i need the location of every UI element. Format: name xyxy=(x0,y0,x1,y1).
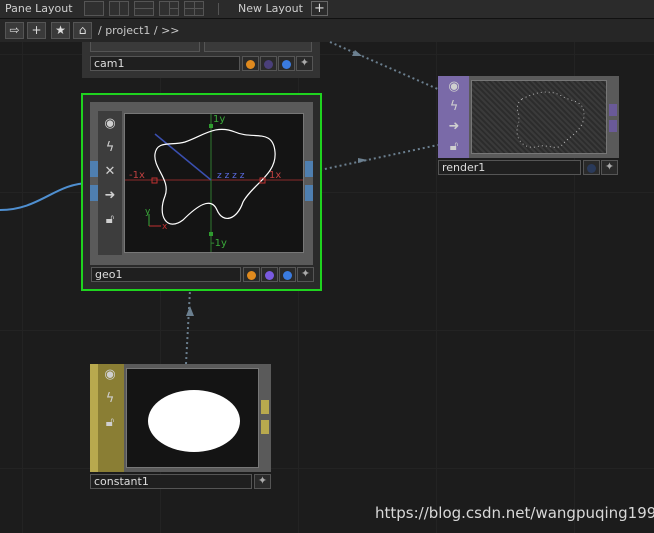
eye-icon[interactable]: ◉ xyxy=(101,115,119,133)
neg-x-label: -1x xyxy=(129,170,145,181)
wire-arrow-icon-3 xyxy=(186,306,194,316)
geo1-flag-viewer[interactable] xyxy=(279,267,296,282)
constant1-node[interactable]: ◉ ϟ 🔓︎ constant1 ✦ xyxy=(90,364,272,492)
input-wire[interactable] xyxy=(0,182,91,211)
geo1-node[interactable]: ◉ ϟ ✕ ➜ 🔓︎ -1x 1x 1y -1y z z z z y x geo… xyxy=(81,93,322,291)
cam1-flag-viewer[interactable] xyxy=(278,56,295,71)
render1-flag-viewer[interactable] xyxy=(583,160,600,175)
constant1-preview-svg xyxy=(148,390,240,452)
eye-icon[interactable]: ◉ xyxy=(101,366,119,384)
render1-output-connector[interactable] xyxy=(609,104,617,116)
constant-to-geo-wire[interactable] xyxy=(185,289,191,365)
geo1-name-field[interactable]: geo1 xyxy=(91,267,241,282)
cam1-plus-icon[interactable]: ✦ xyxy=(296,56,313,71)
pos-x-label: 1x xyxy=(269,170,281,181)
neg-y-label: -1y xyxy=(211,238,227,249)
constant1-viewer[interactable] xyxy=(126,368,259,468)
geo1-output-connector[interactable] xyxy=(305,161,313,177)
constant1-plus-icon[interactable]: ✦ xyxy=(254,474,271,489)
constant1-output-connector[interactable] xyxy=(261,400,269,414)
white-ellipse xyxy=(148,390,240,452)
lock-icon[interactable]: 🔓︎ xyxy=(101,211,119,229)
cam1-flag-render[interactable] xyxy=(260,56,277,71)
render1-control-column: ◉ ϟ ➜ 🔓︎ xyxy=(438,76,469,158)
cam1-name-field[interactable]: cam1 xyxy=(90,56,240,71)
cam1-flag-display[interactable] xyxy=(242,56,259,71)
geo1-viewport-svg: -1x 1x 1y -1y z z z z y x xyxy=(125,114,303,252)
wire-arrow-icon-2 xyxy=(352,50,362,56)
geo-to-render-wire[interactable] xyxy=(319,144,439,171)
lock-icon[interactable]: 🔓︎ xyxy=(101,414,119,432)
geo1-control-column: ◉ ϟ ✕ ➜ 🔓︎ xyxy=(98,111,122,255)
render1-node[interactable]: ◉ ϟ ➜ 🔓︎ render1 ✦ xyxy=(438,76,620,176)
watermark-text: https://blog.csdn.net/wangpuqing1997 xyxy=(375,504,654,522)
constant1-output-connector-2[interactable] xyxy=(261,420,269,434)
geo1-output-connector-2[interactable] xyxy=(305,185,313,201)
wire-arrow-icon xyxy=(358,158,368,163)
arrow-right-icon[interactable]: ➜ xyxy=(445,118,463,136)
z-axis-line xyxy=(154,133,212,181)
render1-output-connector-2[interactable] xyxy=(609,120,617,132)
render1-name-field[interactable]: render1 xyxy=(438,160,581,175)
constant1-name-field[interactable]: constant1 xyxy=(90,474,252,489)
lightning-icon[interactable]: ϟ xyxy=(445,98,463,116)
constant1-control-column: ◉ ϟ 🔓︎ xyxy=(90,364,124,472)
lightning-icon[interactable]: ϟ xyxy=(101,139,119,157)
render-shape-outline xyxy=(516,91,585,148)
close-icon[interactable]: ✕ xyxy=(101,163,119,181)
arrow-right-icon[interactable]: ➜ xyxy=(101,187,119,205)
eye-icon[interactable]: ◉ xyxy=(445,78,463,96)
geo1-input-connector[interactable] xyxy=(90,161,98,177)
geo1-flag-display[interactable] xyxy=(243,267,260,282)
shape-outline xyxy=(154,128,276,225)
cam1-viewer-edge-right xyxy=(204,42,312,52)
z-label-cluster: z z z z xyxy=(217,171,245,181)
lock-icon[interactable]: 🔓︎ xyxy=(445,138,463,156)
y-neg-marker xyxy=(209,232,213,236)
render1-preview-svg xyxy=(516,91,585,148)
gizmo-y-label: y xyxy=(145,207,151,217)
pos-y-label: 1y xyxy=(213,114,225,125)
geo1-flag-render[interactable] xyxy=(261,267,278,282)
geo1-viewer[interactable]: -1x 1x 1y -1y z z z z y x xyxy=(124,113,304,253)
cam1-viewer-edge xyxy=(90,42,200,52)
geo1-plus-icon[interactable]: ✦ xyxy=(297,267,314,282)
lightning-icon[interactable]: ϟ xyxy=(101,390,119,408)
gizmo-x-label: x xyxy=(162,222,168,232)
cam1-node[interactable]: cam1 ✦ xyxy=(82,42,320,78)
geo1-input-connector-2[interactable] xyxy=(90,185,98,201)
cam-to-render-wire[interactable] xyxy=(329,41,441,91)
render1-plus-icon[interactable]: ✦ xyxy=(601,160,618,175)
render1-viewer[interactable] xyxy=(471,80,607,154)
